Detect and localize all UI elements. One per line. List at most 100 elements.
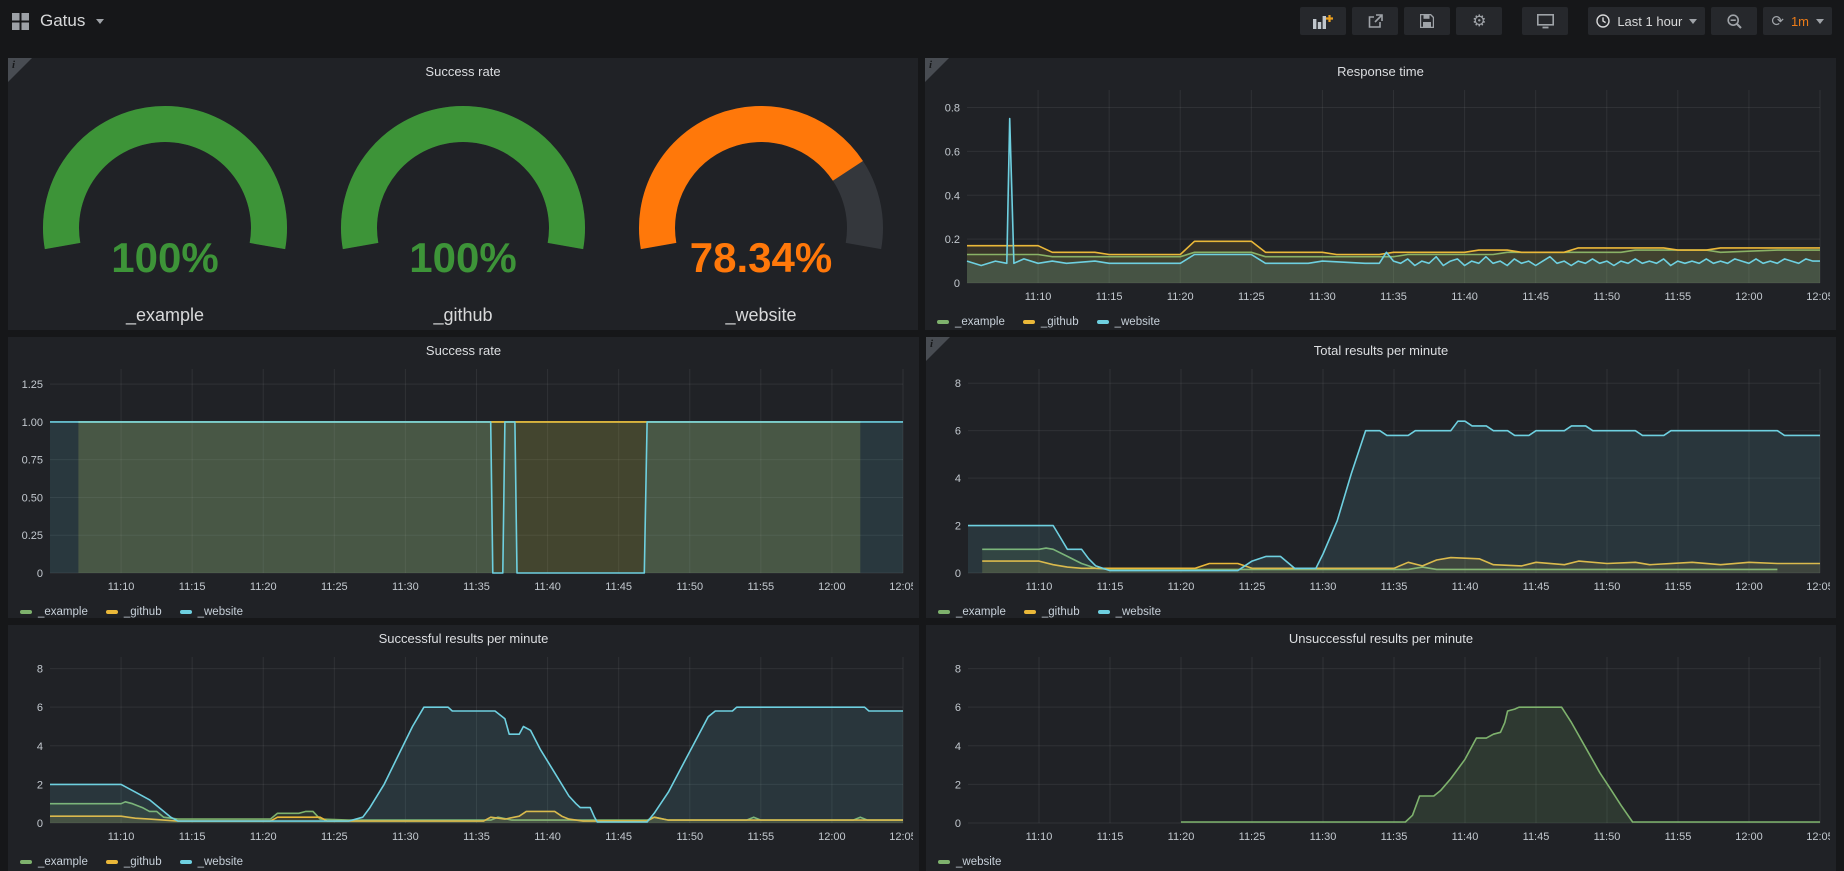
- x-tick-label: 12:00: [818, 581, 846, 593]
- x-tick-label: 11:40: [1452, 581, 1479, 593]
- gauge-label: _website: [612, 305, 910, 326]
- legend-marker: [106, 610, 118, 614]
- panel-title[interactable]: Success rate: [8, 58, 918, 84]
- x-tick-label: 11:10: [1026, 831, 1053, 843]
- x-tick-label: 11:10: [1026, 581, 1053, 593]
- x-tick-label: 11:45: [605, 831, 632, 843]
- x-tick-label: 11:30: [1310, 581, 1337, 593]
- time-series-chart[interactable]: 11:1011:1511:2011:2511:3011:3511:4011:45…: [932, 363, 1830, 603]
- legend-item-_github[interactable]: _github: [106, 856, 162, 868]
- x-tick-label: 11:15: [179, 581, 206, 593]
- save-button[interactable]: [1404, 7, 1450, 35]
- time-series-chart[interactable]: 11:1011:1511:2011:2511:3011:3511:4011:45…: [14, 363, 913, 603]
- gauge-_website: 78.34% _website: [612, 84, 910, 330]
- time-series-chart[interactable]: 11:1011:1511:2011:2511:3011:3511:4011:45…: [14, 651, 913, 853]
- panel-info-corner[interactable]: i: [926, 337, 950, 361]
- zoom-out-icon: [1727, 14, 1742, 29]
- y-tick-label: 0.2: [945, 234, 960, 246]
- dashboard-picker[interactable]: Gatus: [12, 11, 104, 31]
- time-series-chart[interactable]: 11:1011:1511:2011:2511:3011:3511:4011:45…: [931, 84, 1830, 313]
- x-tick-label: 11:45: [605, 581, 632, 593]
- panel-title[interactable]: Successful results per minute: [8, 625, 919, 651]
- chevron-down-icon: [96, 19, 104, 24]
- toolbar: ⚙ Last 1 hour: [1300, 7, 1832, 35]
- y-tick-label: 0: [37, 568, 43, 580]
- y-tick-label: 6: [37, 702, 43, 714]
- x-tick-label: 11:50: [1594, 831, 1621, 843]
- legend-item-_example[interactable]: _example: [20, 856, 88, 868]
- legend-marker: [938, 860, 950, 864]
- panel-title[interactable]: Response time: [925, 58, 1836, 84]
- time-range-picker[interactable]: Last 1 hour: [1588, 7, 1705, 35]
- x-tick-label: 12:05: [1806, 831, 1830, 843]
- panel-info-corner[interactable]: i: [8, 58, 32, 82]
- dashboard-title: Gatus: [40, 11, 85, 31]
- legend-item-_example[interactable]: _example: [20, 606, 88, 618]
- tv-icon: [1537, 14, 1554, 29]
- legend-label: _example: [38, 606, 88, 618]
- x-tick-label: 11:35: [1380, 291, 1407, 303]
- legend-item-_example[interactable]: _example: [937, 316, 1005, 328]
- legend-label: _github: [124, 606, 162, 618]
- y-tick-label: 0.25: [22, 530, 43, 542]
- legend-item-_website[interactable]: _website: [180, 856, 243, 868]
- chevron-down-icon: [1689, 19, 1697, 24]
- cycle-view-button[interactable]: [1522, 7, 1568, 35]
- x-tick-label: 11:40: [1452, 831, 1479, 843]
- legend-label: _website: [1116, 606, 1161, 618]
- legend-item-_website[interactable]: _website: [1098, 606, 1161, 618]
- legend-item-_github[interactable]: _github: [106, 606, 162, 618]
- add-panel-button[interactable]: [1300, 7, 1346, 35]
- panel-title[interactable]: Total results per minute: [926, 337, 1836, 363]
- legend-item-_website[interactable]: _website: [1097, 316, 1160, 328]
- zoom-out-button[interactable]: [1711, 7, 1757, 35]
- settings-button[interactable]: ⚙: [1456, 7, 1502, 35]
- legend-marker: [938, 610, 950, 614]
- legend-item-_github[interactable]: _github: [1024, 606, 1080, 618]
- panel-success-rate-graph: Success rate 11:1011:1511:2011:2511:3011…: [8, 337, 919, 618]
- legend-marker: [1024, 610, 1036, 614]
- x-tick-label: 11:20: [1168, 831, 1195, 843]
- legend-marker: [937, 320, 949, 324]
- series-area-_website: [1181, 707, 1820, 823]
- y-tick-label: 0.75: [22, 455, 43, 467]
- grafana-dashboard: Gatus: [0, 0, 1844, 871]
- legend-label: _example: [955, 316, 1005, 328]
- x-tick-label: 11:10: [1025, 291, 1052, 303]
- legend-item-_github[interactable]: _github: [1023, 316, 1079, 328]
- x-tick-label: 11:15: [1096, 291, 1123, 303]
- refresh-picker[interactable]: ⟳ 1m: [1763, 7, 1832, 35]
- legend-item-_website[interactable]: _website: [180, 606, 243, 618]
- x-tick-label: 11:15: [1097, 581, 1124, 593]
- x-tick-label: 11:50: [676, 581, 703, 593]
- x-tick-label: 11:40: [534, 831, 561, 843]
- x-tick-label: 11:35: [463, 831, 490, 843]
- x-tick-label: 11:50: [676, 831, 703, 843]
- panel-response-time: i Response time 11:1011:1511:2011:2511:3…: [925, 58, 1836, 330]
- chart-legend: _example _github _website: [937, 316, 1824, 328]
- save-icon: [1420, 14, 1434, 28]
- y-tick-label: 2: [955, 521, 961, 533]
- chart-legend: _example _github _website: [20, 856, 907, 868]
- x-tick-label: 11:50: [1594, 581, 1621, 593]
- legend-item-_website[interactable]: _website: [938, 856, 1001, 868]
- panel-title[interactable]: Success rate: [8, 337, 919, 363]
- x-tick-label: 11:45: [1523, 831, 1550, 843]
- series-area-_website: [50, 422, 903, 573]
- legend-label: _website: [956, 856, 1001, 868]
- time-series-chart[interactable]: 11:1011:1511:2011:2511:3011:3511:4011:45…: [932, 651, 1830, 853]
- share-button[interactable]: [1352, 7, 1398, 35]
- x-tick-label: 11:20: [1168, 581, 1195, 593]
- gauge-value: 78.34%: [690, 234, 832, 274]
- panel-info-corner[interactable]: i: [925, 58, 949, 82]
- panel-title[interactable]: Unsuccessful results per minute: [926, 625, 1836, 651]
- x-tick-label: 11:40: [1451, 291, 1478, 303]
- x-tick-label: 12:05: [1806, 581, 1830, 593]
- x-tick-label: 11:30: [392, 831, 419, 843]
- gauge-_example: 100%_example: [16, 84, 314, 330]
- x-tick-label: 12:00: [1735, 581, 1763, 593]
- legend-marker: [180, 860, 192, 864]
- x-tick-label: 11:50: [1593, 291, 1620, 303]
- x-tick-label: 11:30: [1309, 291, 1336, 303]
- legend-item-_example[interactable]: _example: [938, 606, 1006, 618]
